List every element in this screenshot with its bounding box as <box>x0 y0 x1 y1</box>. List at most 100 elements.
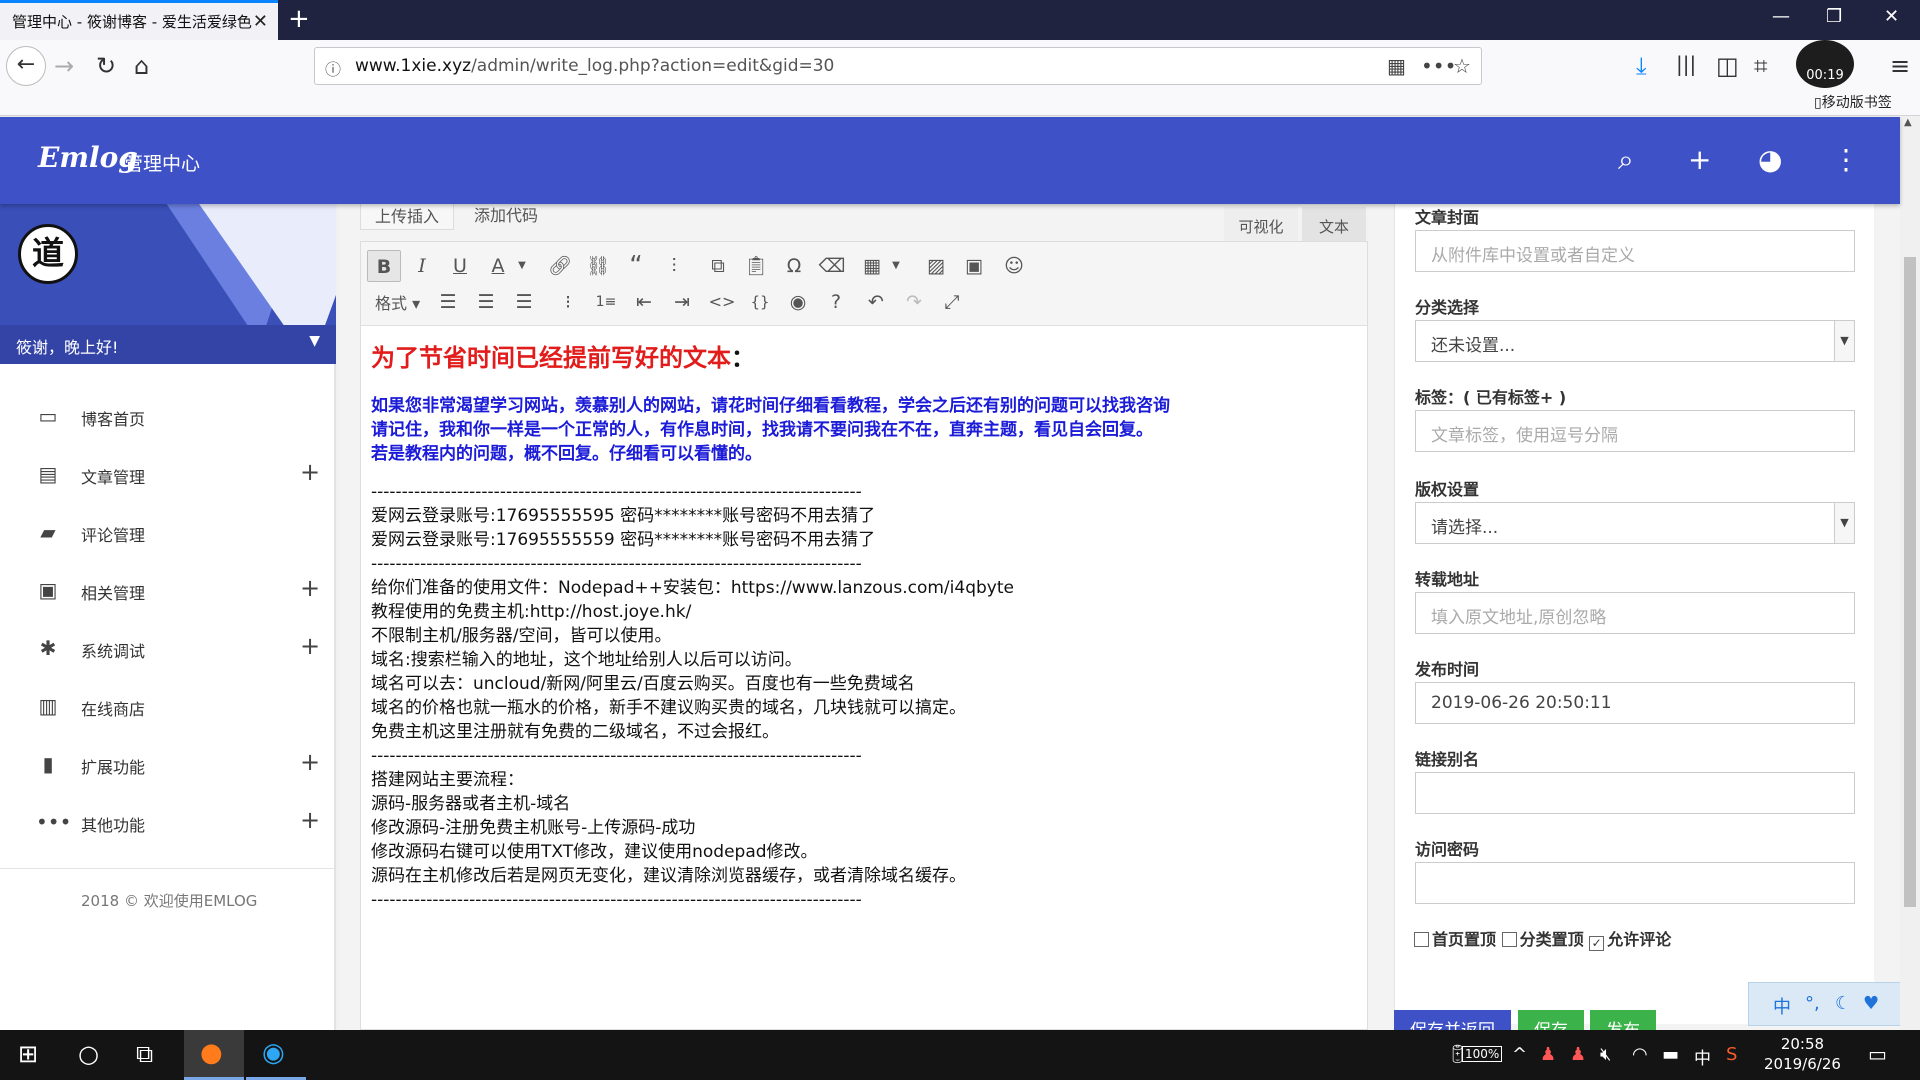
outdent-icon[interactable]: ⇤ <box>627 286 661 318</box>
search-icon[interactable]: ⌕ <box>1618 143 1634 177</box>
volume-muted-icon[interactable]: 🔇︎ <box>1600 1044 1611 1065</box>
chevron-down-icon[interactable]: ▼ <box>1834 503 1854 543</box>
ime-language[interactable]: 中 <box>1773 993 1791 1019</box>
category-select[interactable]: 还未设置... ▼ <box>1415 320 1855 362</box>
search-circle-icon[interactable]: ○ <box>78 1040 99 1068</box>
special-char-icon[interactable]: Ω <box>777 250 811 282</box>
undo-icon[interactable]: ↶ <box>859 286 893 318</box>
screenshot-icon[interactable]: ⌗ <box>1754 52 1768 80</box>
publish-button[interactable]: 发布 <box>1590 1010 1656 1030</box>
page-actions-icon[interactable]: ••• <box>1421 54 1456 78</box>
avatar[interactable]: 道 <box>18 224 78 284</box>
preview-eye-icon[interactable]: ◉ <box>781 286 815 318</box>
reload-icon[interactable]: ↻ <box>96 52 116 80</box>
chevron-down-icon[interactable]: ▼ <box>505 250 539 282</box>
library-icon[interactable]: ||| <box>1676 52 1696 76</box>
checkbox-box[interactable] <box>1414 932 1429 947</box>
alias-input[interactable] <box>1415 772 1855 814</box>
greeting-bar[interactable]: 筱谢，晚上好! ▼ <box>0 325 336 364</box>
tags-label[interactable]: 标签：( 已有标签+ ) <box>1415 384 1566 408</box>
recorder-taskbar-app[interactable]: ◉ <box>246 1030 306 1080</box>
underline-icon[interactable]: U <box>443 250 477 282</box>
sidebar-item-articles[interactable]: ▤ 文章管理 + <box>0 448 336 506</box>
unlink-icon[interactable]: ⛓︎ <box>581 250 615 282</box>
align-center-icon[interactable]: ☰ <box>469 286 503 318</box>
brand-logo[interactable]: Emlog <box>38 141 138 174</box>
tab-visual[interactable]: 可视化 <box>1224 207 1298 241</box>
repost-input[interactable]: 填入原文地址,原创忽略 <box>1415 592 1855 634</box>
system-clock[interactable]: 20:58 2019/6/26 <box>1764 1034 1841 1074</box>
help-icon[interactable]: ? <box>819 286 853 318</box>
more-vert-icon[interactable]: ⋮ <box>1832 143 1860 176</box>
page-break-icon[interactable]: ⫶ <box>657 250 691 282</box>
expand-plus-icon[interactable]: + <box>300 574 320 602</box>
media-icon[interactable]: ▣ <box>957 250 991 282</box>
expand-plus-icon[interactable]: + <box>300 632 320 660</box>
copy-icon[interactable]: ⧉ <box>701 250 735 282</box>
blockquote-icon[interactable]: “ <box>619 250 653 282</box>
chevron-down-icon[interactable]: ▼ <box>879 250 913 282</box>
task-view-icon[interactable]: ⧉ <box>136 1040 153 1068</box>
expand-plus-icon[interactable]: + <box>300 748 320 776</box>
eraser-icon[interactable]: ⌫ <box>815 250 849 282</box>
add-code-button[interactable]: 添加代码 <box>460 204 552 230</box>
notification-icon[interactable]: ▭ <box>1868 1042 1887 1066</box>
browser-tab[interactable]: 管理中心 - 筱谢博客 - 爱生活爱绿色 ✕ <box>0 0 278 40</box>
copyright-select[interactable]: 请选择... ▼ <box>1415 502 1855 544</box>
cover-input[interactable]: 从附件库中设置或者自定义 <box>1415 230 1855 272</box>
download-icon[interactable]: ⤓ <box>1636 52 1647 80</box>
save-return-button[interactable]: 保存并返回 <box>1394 1010 1511 1030</box>
new-tab-icon[interactable]: + <box>288 4 310 34</box>
publish-time-input[interactable]: 2019-06-26 20:50:11 <box>1415 682 1855 724</box>
tab-text[interactable]: 文本 <box>1302 207 1366 241</box>
save-button[interactable]: 保存 <box>1518 1010 1584 1030</box>
menu-icon[interactable]: ≡ <box>1890 52 1910 80</box>
address-bar[interactable]: ⓘ www.1xie.xyz/admin/write_log.php?actio… <box>314 47 1482 85</box>
input-language[interactable]: 中 <box>1694 1044 1711 1069</box>
sidebar-item-related[interactable]: ▣ 相关管理 + <box>0 564 336 622</box>
forward-icon[interactable]: → <box>54 52 74 80</box>
wifi-icon[interactable]: ◠ <box>1632 1044 1648 1065</box>
url-text[interactable]: www.1xie.xyz/admin/write_log.php?action=… <box>355 56 834 76</box>
redo-icon[interactable]: ↷ <box>897 286 931 318</box>
mobile-bookmarks[interactable]: ▯移动版书签 <box>1814 92 1892 112</box>
indent-icon[interactable]: ⇥ <box>665 286 699 318</box>
paste-icon[interactable]: 📋︎ <box>739 250 773 282</box>
sidebar-item-blog-home[interactable]: ▭ 博客首页 <box>0 390 336 448</box>
rich-text-editor[interactable]: B I U A ▼ 🔗︎ ⛓︎ “ ⫶ ⧉ 📋︎ Ω ⌫ ▦ ▼ ▨ ▣ ☺ 格… <box>360 241 1368 1030</box>
bold-icon[interactable]: B <box>367 250 401 282</box>
ime-toolbar[interactable]: 中 °, ☾ ♥ <box>1748 982 1920 1026</box>
sogou-icon[interactable]: S <box>1726 1044 1737 1065</box>
editor-content[interactable]: 为了节省时间已经提前写好的文本： 如果您非常渴望学习网站，羡慕别人的网站，请花时… <box>371 342 1361 912</box>
punctuation-icon[interactable]: °, <box>1805 993 1820 1014</box>
caret-down-icon[interactable]: ▼ <box>309 333 320 349</box>
format-dropdown[interactable]: 格式 ▾ <box>375 290 420 314</box>
windows-start-icon[interactable]: ⊞ <box>18 1040 38 1068</box>
image-icon[interactable]: ▨ <box>919 250 953 282</box>
tray-app-icon[interactable]: ♟ <box>1540 1044 1556 1065</box>
home-icon[interactable]: ⌂ <box>134 52 149 80</box>
expand-plus-icon[interactable]: + <box>300 458 320 486</box>
allow-comment-checkbox[interactable]: ✓ 允许评论 <box>1589 930 1671 951</box>
site-info-icon[interactable]: ⓘ <box>325 56 341 80</box>
fullscreen-icon[interactable]: ⤢ <box>935 286 969 318</box>
bullet-list-icon[interactable]: ⁝ <box>551 286 585 318</box>
align-left-icon[interactable]: ☰ <box>431 286 465 318</box>
link-icon[interactable]: 🔗︎ <box>543 250 577 282</box>
top-home-checkbox[interactable]: 首页置顶 <box>1414 930 1496 949</box>
align-right-icon[interactable]: ☰ <box>507 286 541 318</box>
sidebar-item-comments[interactable]: ▰ 评论管理 <box>0 506 336 564</box>
close-tab-icon[interactable]: ✕ <box>253 11 268 32</box>
restore-icon[interactable]: ❐ <box>1826 6 1842 27</box>
checkbox-box[interactable]: ✓ <box>1589 936 1605 951</box>
checkbox-box[interactable] <box>1501 932 1517 947</box>
upload-insert-button[interactable]: 上传插入 <box>360 204 455 230</box>
top-category-checkbox[interactable]: 分类置顶 <box>1501 930 1584 949</box>
firefox-taskbar-app[interactable]: ● <box>184 1030 244 1080</box>
minimize-icon[interactable]: — <box>1772 6 1790 27</box>
code-icon[interactable]: <> <box>705 286 739 318</box>
add-icon[interactable]: + <box>1688 143 1711 176</box>
password-input[interactable] <box>1415 862 1855 904</box>
emoji-icon[interactable]: ☺ <box>997 250 1031 282</box>
scroll-up-icon[interactable]: ▲ <box>1904 117 1912 128</box>
